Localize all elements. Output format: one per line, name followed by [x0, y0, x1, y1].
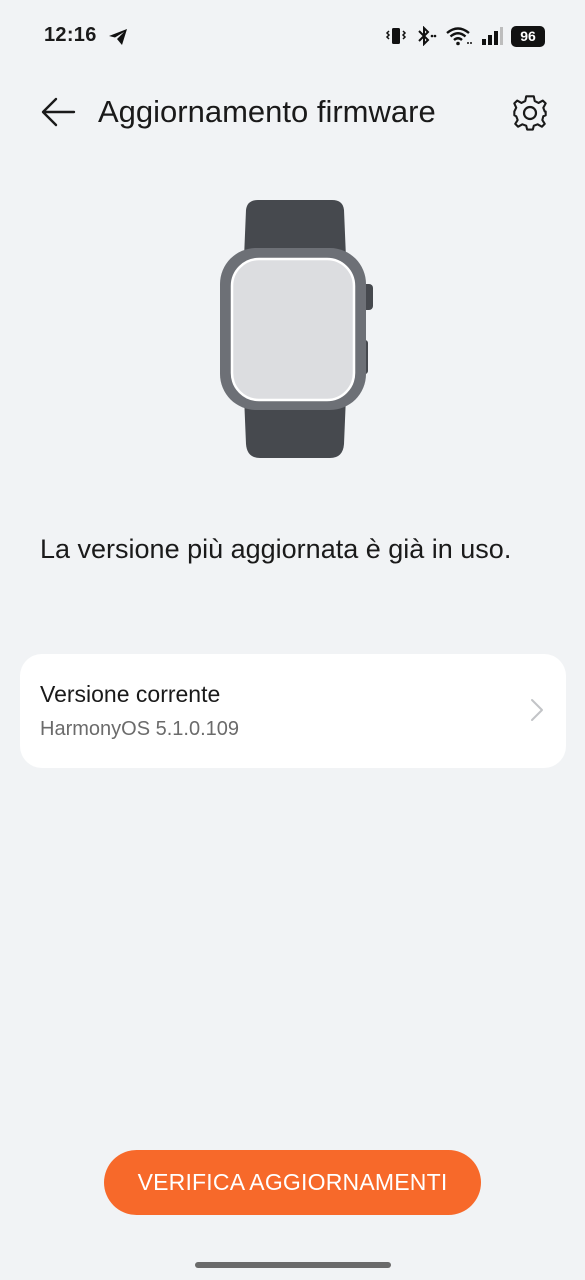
status-time: 12:16 — [44, 24, 97, 46]
smartwatch-icon — [210, 196, 380, 464]
current-version-value: HarmonyOS 5.1.0.109 — [40, 718, 239, 740]
telegram-icon — [108, 27, 128, 47]
wifi-icon — [445, 26, 473, 46]
chevron-right-icon — [531, 699, 543, 721]
update-status-message: La versione più aggiornata è già in uso. — [40, 534, 512, 564]
page-title: Aggiornamento firmware — [98, 94, 436, 129]
signal-icon — [481, 26, 503, 46]
back-arrow-icon — [41, 97, 76, 127]
settings-button[interactable] — [509, 92, 551, 134]
back-button[interactable] — [36, 92, 80, 132]
status-icons: 96 — [385, 24, 545, 48]
current-version-label: Versione corrente — [40, 681, 221, 707]
home-indicator[interactable] — [195, 1262, 391, 1268]
gear-icon — [513, 95, 547, 131]
battery-icon: 96 — [511, 25, 545, 47]
current-version-card[interactable]: Versione corrente HarmonyOS 5.1.0.109 — [20, 654, 566, 768]
check-updates-button[interactable]: VERIFICA AGGIORNAMENTI — [104, 1150, 481, 1215]
status-bar: 12:16 96 — [0, 0, 585, 72]
vibrate-icon — [385, 26, 407, 46]
bluetooth-icon — [415, 26, 437, 46]
app-bar: Aggiornamento firmware — [0, 80, 585, 144]
